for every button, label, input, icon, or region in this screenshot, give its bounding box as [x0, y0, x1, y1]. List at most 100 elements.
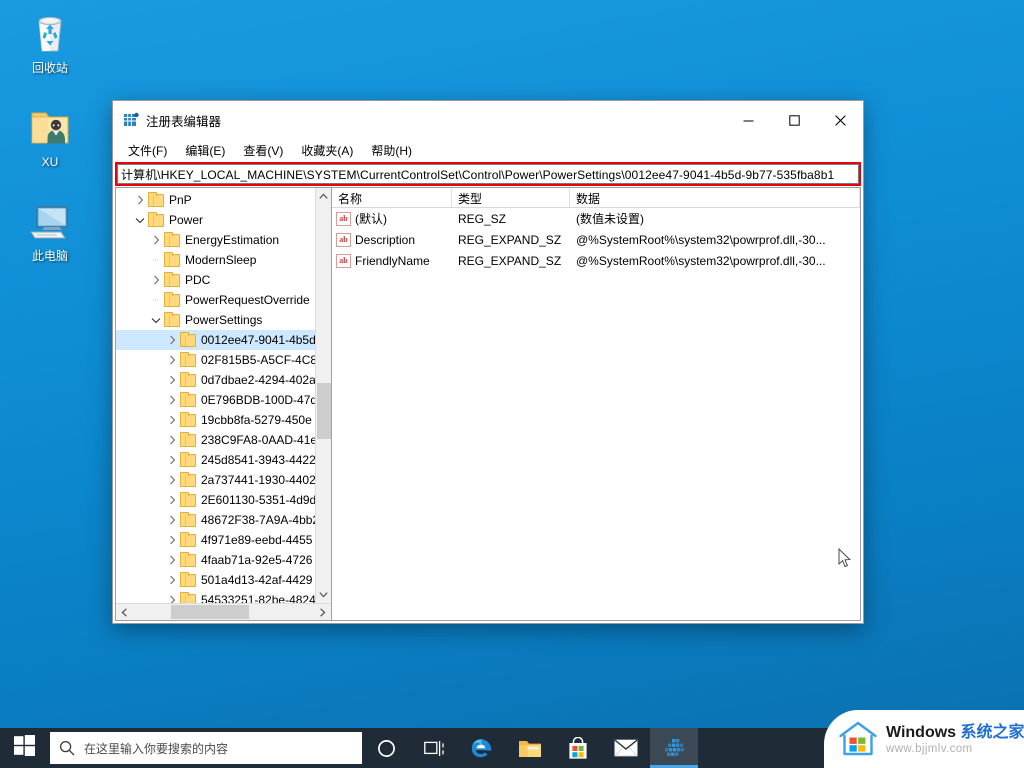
tree-horizontal-scrollbar[interactable] — [116, 603, 331, 620]
regedit-taskbar-icon[interactable] — [650, 728, 698, 768]
tree-scroll-thumb[interactable] — [316, 383, 331, 439]
address-bar[interactable]: 计算机\HKEY_LOCAL_MACHINE\SYSTEM\CurrentCon… — [117, 164, 859, 184]
tree-node[interactable]: 501a4d13-42af-4429 — [116, 570, 315, 590]
chevron-right-icon[interactable] — [164, 450, 180, 470]
value-name-cell[interactable]: ab Description — [332, 232, 452, 247]
tree-node[interactable]: EnergyEstimation — [116, 230, 315, 250]
desktop-icon-xu[interactable]: XU — [6, 102, 94, 170]
menu-item-edit[interactable]: 编辑(E) — [177, 140, 233, 161]
registry-tree[interactable]: PnP Power EnergyEstimation ModernSleep PDC Po… — [116, 188, 315, 603]
chevron-right-icon[interactable] — [164, 410, 180, 430]
chevron-right-icon[interactable] — [164, 430, 180, 450]
tree-node[interactable]: 4faab71a-92e5-4726 — [116, 550, 315, 570]
window-titlebar[interactable]: 注册表编辑器 — [113, 101, 863, 139]
registry-tree-pane[interactable]: PnP Power EnergyEstimation ModernSleep PDC Po… — [116, 188, 332, 620]
tree-node[interactable]: 2a737441-1930-4402 — [116, 470, 315, 490]
tree-hscroll-track[interactable] — [133, 604, 314, 620]
tree-node[interactable]: 0012ee47-9041-4b5d — [116, 330, 315, 350]
column-header-type[interactable]: 类型 — [452, 188, 570, 207]
scroll-left-icon[interactable] — [116, 604, 133, 620]
tree-node[interactable]: PnP — [116, 190, 315, 210]
taskbar[interactable]: 在这里输入你要搜索的内容 Windows 系统之家 www.bjjmlv.com — [0, 710, 1024, 768]
edge-icon[interactable] — [458, 728, 506, 768]
tree-node[interactable]: 0d7dbae2-4294-402a — [116, 370, 315, 390]
values-list[interactable]: ab (默认) REG_SZ (数值未设置) ab Description REG_EXPA… — [332, 208, 860, 271]
tree-hscroll-thumb[interactable] — [171, 605, 249, 619]
tree-node[interactable]: ModernSleep — [116, 250, 315, 270]
search-box[interactable]: 在这里输入你要搜索的内容 — [50, 732, 362, 764]
mail-icon[interactable] — [602, 728, 650, 768]
chevron-right-icon[interactable] — [148, 230, 164, 250]
values-header-row[interactable]: 名称 类型 数据 — [332, 188, 860, 208]
menu-item-favorites[interactable]: 收藏夹(A) — [293, 140, 361, 161]
value-row[interactable]: ab (默认) REG_SZ (数值未设置) — [332, 208, 860, 229]
chevron-right-icon[interactable] — [164, 530, 180, 550]
desktop-icon-recycle-bin[interactable]: 回收站 — [6, 8, 94, 76]
menu-item-file[interactable]: 文件(F) — [120, 140, 175, 161]
chevron-right-icon[interactable] — [132, 190, 148, 210]
tree-node[interactable]: 19cbb8fa-5279-450e — [116, 410, 315, 430]
chevron-right-icon[interactable] — [164, 330, 180, 350]
microsoft-store-icon[interactable] — [554, 728, 602, 768]
value-name-cell[interactable]: ab FriendlyName — [332, 253, 452, 268]
chevron-right-icon[interactable] — [164, 550, 180, 570]
value-data-cell[interactable]: (数值未设置) — [570, 210, 860, 227]
registry-values-pane[interactable]: 名称 类型 数据 ab (默认) REG_SZ (数值未设置) ab Descriptio… — [332, 188, 860, 620]
value-name-cell[interactable]: ab (默认) — [332, 210, 452, 227]
menu-bar[interactable]: 文件(F) 编辑(E) 查看(V) 收藏夹(A) 帮助(H) — [113, 139, 863, 161]
value-row[interactable]: ab Description REG_EXPAND_SZ @%SystemRoot%\… — [332, 229, 860, 250]
tree-node-label: 2a737441-1930-4402 — [201, 473, 315, 487]
desktop-icon-this-pc[interactable]: 此电脑 — [6, 196, 94, 264]
maximize-button[interactable] — [771, 102, 817, 139]
chevron-right-icon[interactable] — [164, 490, 180, 510]
tree-scroll-track[interactable] — [316, 205, 332, 586]
scroll-up-icon[interactable] — [316, 188, 332, 205]
tree-node[interactable]: 238C9FA8-0AAD-41ed — [116, 430, 315, 450]
menu-item-help[interactable]: 帮助(H) — [363, 140, 420, 161]
tree-node[interactable]: 48672F38-7A9A-4bb2 — [116, 510, 315, 530]
tree-node[interactable]: PowerRequestOverride — [116, 290, 315, 310]
chevron-right-icon[interactable] — [164, 470, 180, 490]
tree-node[interactable]: 02F815B5-A5CF-4C83 — [116, 350, 315, 370]
menu-item-view[interactable]: 查看(V) — [235, 140, 291, 161]
window-title: 注册表编辑器 — [146, 114, 222, 129]
value-data-cell[interactable]: @%SystemRoot%\system32\powrprof.dll,-30.… — [570, 254, 860, 268]
value-type-cell[interactable]: REG_EXPAND_SZ — [452, 254, 570, 268]
chevron-down-icon[interactable] — [132, 210, 148, 230]
tree-vertical-scrollbar[interactable] — [315, 188, 331, 603]
chevron-right-icon[interactable] — [164, 590, 180, 603]
chevron-right-icon[interactable] — [148, 270, 164, 290]
value-type-cell[interactable]: REG_EXPAND_SZ — [452, 233, 570, 247]
chevron-right-icon[interactable] — [164, 350, 180, 370]
column-header-data[interactable]: 数据 — [570, 188, 860, 207]
value-data-cell[interactable]: @%SystemRoot%\system32\powrprof.dll,-30.… — [570, 233, 860, 247]
registry-editor-window[interactable]: 注册表编辑器 文件(F) 编辑(E) 查看(V) 收藏夹(A) 帮助(H) 计算… — [112, 100, 864, 624]
tree-node[interactable]: PDC — [116, 270, 315, 290]
start-button[interactable] — [0, 728, 48, 768]
column-header-name[interactable]: 名称 — [332, 188, 452, 207]
tree-node[interactable]: 245d8541-3943-4422 — [116, 450, 315, 470]
address-bar-highlight: 计算机\HKEY_LOCAL_MACHINE\SYSTEM\CurrentCon… — [115, 162, 861, 186]
close-button[interactable] — [817, 102, 863, 139]
task-view-icon[interactable] — [410, 728, 458, 768]
chevron-right-icon[interactable] — [164, 510, 180, 530]
chevron-right-icon[interactable] — [164, 570, 180, 590]
value-row[interactable]: ab FriendlyName REG_EXPAND_SZ @%SystemRoot%… — [332, 250, 860, 271]
tree-node[interactable]: PowerSettings — [116, 310, 315, 330]
tree-node[interactable]: 4f971e89-eebd-4455 — [116, 530, 315, 550]
chevron-right-icon[interactable] — [164, 390, 180, 410]
value-type-cell[interactable]: REG_SZ — [452, 212, 570, 226]
tree-node[interactable]: 2E601130-5351-4d9d — [116, 490, 315, 510]
desktop[interactable]: 回收站 XU 此电脑 注册表编辑器 文件(F) 编辑(E) 查看(V) 收藏夹(… — [0, 0, 1024, 768]
cortana-icon[interactable] — [362, 728, 410, 768]
scroll-right-icon[interactable] — [314, 604, 331, 620]
tree-node[interactable]: 54533251-82be-4824 — [116, 590, 315, 603]
chevron-right-icon[interactable] — [164, 370, 180, 390]
search-input[interactable]: 在这里输入你要搜索的内容 — [84, 740, 228, 757]
chevron-down-icon[interactable] — [148, 310, 164, 330]
tree-node[interactable]: 0E796BDB-100D-47d — [116, 390, 315, 410]
minimize-button[interactable] — [725, 102, 771, 139]
scroll-down-icon[interactable] — [316, 586, 332, 603]
file-explorer-icon[interactable] — [506, 728, 554, 768]
tree-node[interactable]: Power — [116, 210, 315, 230]
